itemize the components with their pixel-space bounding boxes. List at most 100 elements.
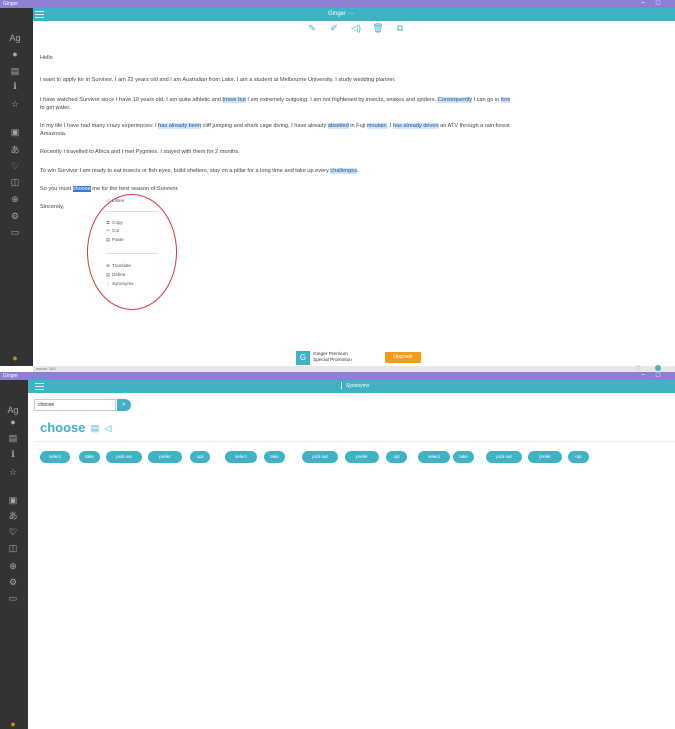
synonym-chip[interactable]: prefer: [148, 451, 182, 463]
context-menu-item-define[interactable]: ▤ Define: [104, 271, 125, 279]
synonym-chip[interactable]: opt: [568, 451, 589, 463]
grammar-suggestion[interactable]: moutain: [366, 123, 387, 129]
grammar-suggestion[interactable]: has already been: [158, 123, 202, 129]
synonym-chip[interactable]: prefer: [528, 451, 562, 463]
menu-icon[interactable]: [35, 383, 44, 391]
premium-promo[interactable]: G Ginger Premium Special Promotion: [296, 351, 376, 365]
editor-toolbar: ✎ ✐ ◁) 🗑 ⧉: [306, 22, 416, 34]
reader-icon[interactable]: ◫: [9, 176, 21, 188]
minimize-button[interactable]: −: [636, 372, 650, 380]
star-icon[interactable]: ☆: [9, 98, 21, 110]
search-icon[interactable]: ⌕: [117, 399, 131, 411]
trash-icon[interactable]: 🗑: [372, 22, 384, 34]
speaker-icon[interactable]: ◁: [103, 423, 113, 433]
maximize-button[interactable]: □: [651, 0, 665, 8]
speaker-icon[interactable]: ◁): [350, 22, 362, 34]
synonym-chip[interactable]: select: [418, 451, 450, 463]
document-icon[interactable]: ▤: [90, 423, 100, 433]
status-dot-icon: [635, 365, 641, 371]
synonym-chip[interactable]: pick out: [302, 451, 338, 463]
synonyms-screen: Ginger − □ Synonyms Ag ● ▤ ℹ ☆ ▣ あ ♡ ◫ ⊕ ⚙ ▭ ● choos…: [0, 372, 675, 729]
minimize-button[interactable]: −: [636, 0, 650, 8]
selected-word[interactable]: choose: [72, 186, 91, 192]
context-menu-item-translate[interactable]: ⊕ Translate: [104, 262, 131, 270]
word-count: words: 183: [36, 366, 56, 371]
document-paragraph: In my life I have had many crazy experie…: [40, 123, 510, 130]
book-icon[interactable]: ▣: [7, 494, 19, 506]
synonym-chip[interactable]: opt: [190, 451, 210, 463]
chat-icon[interactable]: ▭: [7, 592, 19, 604]
window-titlebar: Ginger: [0, 372, 675, 380]
info-icon[interactable]: ℹ: [7, 448, 19, 460]
text-run: . I: [386, 123, 393, 129]
text-run: I can go in: [471, 97, 501, 103]
sidebar: Ag ● ▤ ℹ ☆ ▣ あ ♡ ◫ ⊕ ⚙ ▭ ●: [0, 380, 28, 729]
text-run: I want to apply for in Survivor. I am 22…: [40, 77, 396, 83]
synonym-chip[interactable]: select: [40, 451, 70, 463]
synonym-chip[interactable]: pick out: [486, 451, 522, 463]
star-icon[interactable]: ☆: [7, 466, 19, 478]
circle-icon[interactable]: ●: [7, 416, 19, 428]
settings-icon[interactable]: ⚙: [7, 576, 19, 588]
document-icon[interactable]: ▤: [9, 65, 21, 77]
copy-icon[interactable]: ⧉: [394, 22, 406, 34]
premium-icon[interactable]: ●: [7, 718, 19, 729]
grammar-icon[interactable]: Ag: [9, 32, 21, 44]
document-icon[interactable]: ▤: [7, 432, 19, 444]
synonym-chip[interactable]: select: [225, 451, 257, 463]
translate-icon[interactable]: あ: [9, 144, 21, 156]
grammar-suggestion[interactable]: Consequently: [437, 97, 472, 103]
context-menu-item-paste[interactable]: ▤ Paste: [104, 236, 124, 244]
synonym-chip[interactable]: prefer: [345, 451, 379, 463]
synonym-chip[interactable]: opt: [386, 451, 407, 463]
synonym-chip[interactable]: take: [79, 451, 100, 463]
settings-icon[interactable]: ⚙: [9, 210, 21, 222]
window-title: Ginger: [3, 1, 19, 7]
menu-divider: [106, 211, 158, 212]
menu-icon[interactable]: [35, 11, 44, 19]
context-menu-item-synonyms[interactable]: ⁝ Synonyms: [104, 280, 133, 288]
text-run: .: [357, 168, 359, 174]
define-icon: ▤: [105, 272, 111, 277]
context-menu-label: Translate: [112, 263, 131, 268]
synonym-chip[interactable]: pick out: [106, 451, 142, 463]
grammar-suggestion[interactable]: abseiled: [327, 123, 349, 129]
document-paragraph: Amazonia.: [40, 131, 66, 138]
context-menu-item-listen[interactable]: ◁ Listen: [104, 197, 124, 205]
grammar-suggestion[interactable]: challenges: [330, 168, 358, 174]
add-icon[interactable]: ⊕: [7, 560, 19, 572]
circle-icon[interactable]: ●: [9, 48, 21, 60]
context-menu-item-cut[interactable]: ✂ Cut: [104, 227, 119, 235]
premium-icon[interactable]: ●: [9, 352, 21, 364]
grammar-suggestion[interactable]: fore: [500, 97, 511, 103]
status-dot-icon: [655, 365, 661, 371]
premium-subtitle: Special Promotion: [313, 358, 352, 363]
grammar-suggestion[interactable]: has already driven: [392, 123, 439, 129]
book-icon[interactable]: ▣: [9, 126, 21, 138]
translate-icon[interactable]: あ: [7, 510, 19, 522]
chat-icon[interactable]: ▭: [9, 226, 21, 238]
document-paragraph: Sincerely,: [40, 204, 64, 211]
premium-badge-icon: G: [296, 351, 310, 365]
maximize-button[interactable]: □: [651, 372, 665, 380]
editor-screen: Ginger − □ Ginger ··· ✎ ✐ ◁) 🗑 ⧉ Ag ● ▤ ℹ ☆ ▣ あ ♡ ◫ ⊕…: [0, 0, 675, 372]
synonym-search-input[interactable]: choose: [34, 399, 116, 411]
grammar-icon[interactable]: Ag: [7, 404, 19, 416]
synonym-chip[interactable]: take: [453, 451, 474, 463]
heart-icon[interactable]: ♡: [9, 160, 21, 172]
context-menu-item-copy[interactable]: ⧉ Copy: [104, 219, 122, 227]
sidebar: Ag ● ▤ ℹ ☆ ▣ あ ♡ ◫ ⊕ ⚙ ▭ ●: [0, 8, 33, 366]
text-run: to get water.: [40, 105, 71, 111]
panel-title: Synonyms: [341, 381, 369, 392]
heart-icon[interactable]: ♡: [7, 526, 19, 538]
grammar-suggestion[interactable]: brave but: [222, 97, 246, 103]
text-run: Amazonia.: [40, 131, 67, 137]
text-run: Hello: [40, 55, 53, 61]
pen-icon[interactable]: ✐: [328, 22, 340, 34]
add-icon[interactable]: ⊕: [9, 193, 21, 205]
edit-icon[interactable]: ✎: [306, 22, 318, 34]
synonym-chip[interactable]: take: [264, 451, 285, 463]
info-icon[interactable]: ℹ: [9, 80, 21, 92]
reader-icon[interactable]: ◫: [7, 542, 19, 554]
upgrade-button[interactable]: Upgrade: [385, 352, 421, 363]
